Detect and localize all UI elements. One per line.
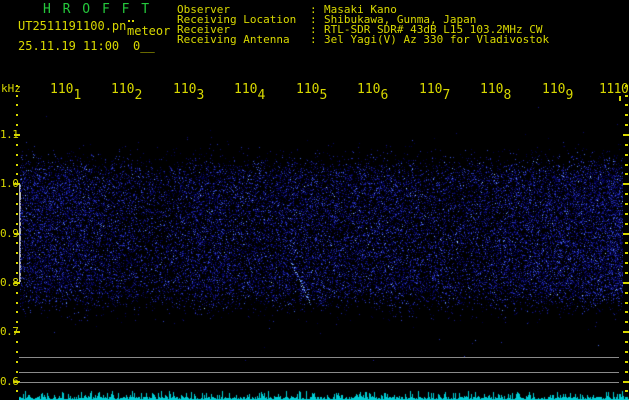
freq-tick-right: [625, 371, 628, 373]
freq-tick-left: [16, 193, 18, 195]
info-colon: :: [310, 35, 324, 45]
freq-tick-right: [625, 203, 628, 205]
freq-tick-left: [16, 164, 18, 166]
freq-tick-left: [16, 252, 18, 254]
freq-tick-right: [625, 223, 628, 225]
freq-tick-right: [625, 252, 628, 254]
freq-tick-left: [16, 371, 18, 373]
freq-tick-left: [16, 272, 18, 274]
freq-tick-left: [16, 85, 18, 87]
freq-tick-right: [625, 321, 628, 323]
time-label-1105: 1105: [296, 82, 327, 97]
freq-tick-right: [625, 242, 628, 244]
freq-tick-right: [625, 193, 628, 195]
station-label: meteor: [127, 24, 170, 38]
signal-level-waveform: [19, 389, 629, 400]
freq-tick-left: [16, 124, 18, 126]
freq-tick-right: [625, 154, 628, 156]
time-label-1107: 1107: [419, 82, 450, 97]
freq-tick-right: [625, 351, 628, 353]
observation-datetime: 25.11.19 11:00: [18, 39, 119, 53]
time-label-1103: 1103: [173, 82, 204, 97]
freq-tick-left: [16, 390, 18, 392]
freq-tick-left: [16, 173, 18, 175]
freq-tick-left: [16, 361, 18, 363]
info-value: 3el Yagi(V) Az 330 for Vladivostok: [324, 33, 549, 46]
freq-tick-left: [16, 242, 18, 244]
time-label-1104: 1104: [234, 82, 265, 97]
freq-tick-left: [16, 104, 18, 106]
bottom-gridline: [19, 357, 619, 358]
spectrogram-canvas: [20, 103, 623, 361]
freq-tick-right: [625, 114, 628, 116]
freq-tick-right: [623, 183, 629, 185]
freq-tick-right: [625, 272, 628, 274]
freq-tick-right: [625, 173, 628, 175]
hrofft-window: H R O F F T UT2511191100.pn meteor 25.11…: [0, 0, 629, 400]
info-row-receiving-antenna: Receiving Antenna:3el Yagi(V) Az 330 for…: [177, 35, 549, 45]
freq-tick-right: [623, 381, 629, 383]
freq-tick-right: [625, 213, 628, 215]
freq-tick-right: [623, 331, 629, 333]
freq-tick-left: [16, 203, 18, 205]
time-label-1101: 1101: [50, 82, 81, 97]
freq-tick-left: [16, 154, 18, 156]
freq-tick-right: [623, 233, 629, 235]
time-label-1102: 1102: [111, 82, 142, 97]
bottom-gridline: [19, 372, 619, 373]
freq-tick-right: [625, 311, 628, 313]
freq-tick-right: [625, 341, 628, 343]
freq-tick-left: [16, 262, 18, 264]
freq-tick-right: [625, 124, 628, 126]
freq-tick-left: [16, 114, 18, 116]
freq-tick-left: [16, 321, 18, 323]
freq-tick-right: [625, 302, 628, 304]
freq-tick-left: [16, 223, 18, 225]
freq-tick-right: [625, 292, 628, 294]
time-tick-1110: [619, 96, 621, 101]
freq-tick-left: [16, 213, 18, 215]
freq-tick-right: [625, 262, 628, 264]
time-label-1109: 1109: [542, 82, 573, 97]
freq-tick-left: [16, 311, 18, 313]
freq-tick-left: [16, 302, 18, 304]
time-label-1110: 1110: [599, 82, 628, 97]
time-label-1108: 1108: [480, 82, 511, 97]
freq-tick-left: [16, 292, 18, 294]
freq-tick-right: [623, 282, 629, 284]
freq-tick-left: [16, 144, 18, 146]
filename-g-remnant: [128, 20, 130, 22]
output-filename: UT2511191100.pn: [18, 19, 126, 33]
app-title: H R O F F T: [43, 2, 151, 17]
freq-tick-right: [625, 144, 628, 146]
info-label: Receiving Antenna: [177, 35, 310, 45]
freq-tick-right: [625, 361, 628, 363]
time-label-1106: 1106: [357, 82, 388, 97]
echo-counter: 0__: [133, 39, 155, 53]
freq-tick-right: [625, 85, 628, 87]
freq-tick-right: [625, 95, 628, 97]
freq-tick-right: [623, 134, 629, 136]
bottom-gridline: [19, 382, 619, 383]
freq-tick-left: [16, 351, 18, 353]
freq-tick-left: [16, 341, 18, 343]
freq-tick-right: [625, 164, 628, 166]
freq-tick-right: [625, 104, 628, 106]
freq-tick-left: [16, 95, 18, 97]
